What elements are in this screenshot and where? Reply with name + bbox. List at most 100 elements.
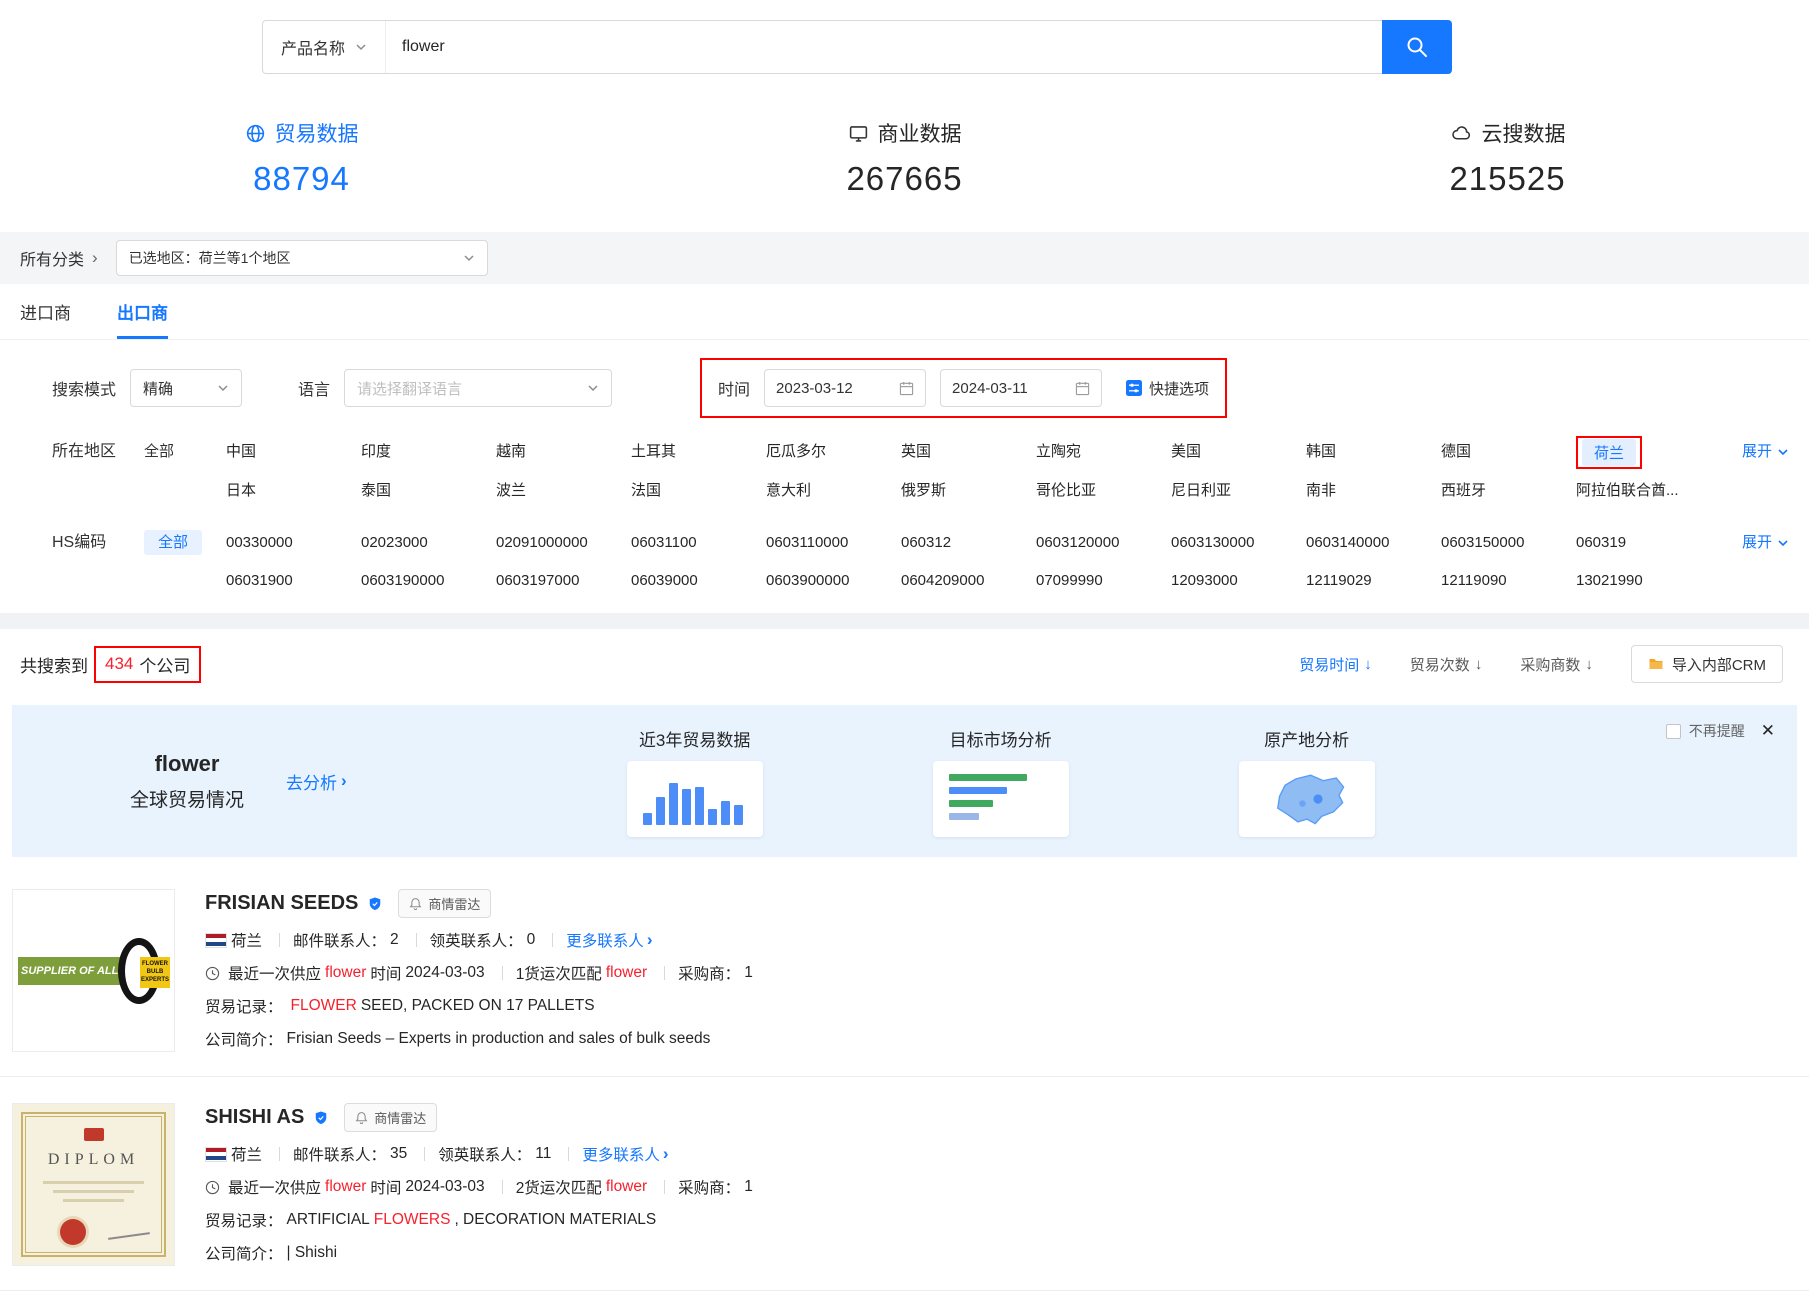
hs-code-option[interactable]: 06031100: [631, 527, 758, 559]
hs-code-option[interactable]: 0604209000: [901, 565, 1028, 597]
company-name[interactable]: SHISHI AS: [205, 1106, 304, 1129]
hs-code-option[interactable]: 0603110000: [766, 527, 893, 559]
region-option[interactable]: 俄罗斯: [901, 475, 1028, 507]
region-option[interactable]: 意大利: [766, 475, 893, 507]
hs-code-option[interactable]: 0603140000: [1306, 527, 1433, 559]
market-analysis-thumbnail[interactable]: [933, 761, 1069, 837]
date-end-value: 2024-03-11: [952, 380, 1028, 397]
quick-options-button[interactable]: 快捷选项: [1126, 378, 1209, 399]
language-select[interactable]: 请选择翻译语言: [344, 369, 612, 407]
region-option[interactable]: 阿拉伯联合酋...: [1576, 475, 1703, 507]
hs-code-option[interactable]: 12119090: [1441, 565, 1568, 597]
company-name[interactable]: FRISIAN SEEDS: [205, 892, 358, 915]
origin-map-thumbnail[interactable]: [1239, 761, 1375, 837]
banner-card-target-market[interactable]: 目标市场分析: [933, 726, 1069, 837]
hs-code-option[interactable]: 12093000: [1171, 565, 1298, 597]
bar-chart-thumbnail[interactable]: [627, 761, 763, 837]
trade-record-label: 贸易记录：: [205, 995, 283, 1017]
buyer-count: 1: [744, 1178, 753, 1196]
import-crm-button[interactable]: 导入内部CRM: [1631, 645, 1783, 683]
company-card: SUPPLIER OF ALL SEEDS FLOWER BULB EXPERT…: [0, 863, 1809, 1077]
region-option[interactable]: 日本: [226, 475, 353, 507]
supply-date: 2024-03-03: [405, 1178, 484, 1196]
hs-code-option[interactable]: 060312: [901, 527, 1028, 559]
hs-code-option[interactable]: 06031900: [226, 565, 353, 597]
region-option[interactable]: 西班牙: [1441, 475, 1568, 507]
certificate-emblem: [84, 1128, 104, 1141]
hs-code-option[interactable]: 13021990: [1576, 565, 1703, 597]
region-option[interactable]: 美国: [1171, 436, 1298, 469]
tab-importer[interactable]: 进口商: [20, 284, 71, 339]
radar-badge[interactable]: 商情雷达: [344, 1103, 437, 1132]
hs-code-option[interactable]: 0603120000: [1036, 527, 1163, 559]
region-option[interactable]: 韩国: [1306, 436, 1433, 469]
region-expand-link[interactable]: 展开: [1742, 436, 1789, 468]
region-option-all[interactable]: 全部: [144, 443, 174, 460]
hs-code-option[interactable]: 12119029: [1306, 565, 1433, 597]
more-contacts-link[interactable]: 更多联系人 ›: [582, 1143, 668, 1165]
region-option[interactable]: 越南: [496, 436, 623, 469]
region-option[interactable]: 英国: [901, 436, 1028, 469]
stat-cloud-data[interactable]: 云搜数据 215525: [1206, 118, 1809, 198]
date-start-input[interactable]: 2023-03-12: [764, 369, 926, 407]
hs-code-option[interactable]: 06039000: [631, 565, 758, 597]
date-end-input[interactable]: 2024-03-11: [940, 369, 1102, 407]
search-category-dropdown[interactable]: 产品名称: [263, 21, 386, 73]
region-option-selected[interactable]: 荷兰: [1582, 439, 1636, 466]
region-option[interactable]: 立陶宛: [1036, 436, 1163, 469]
selected-region-dropdown[interactable]: 已选地区：荷兰等1个地区: [116, 240, 488, 276]
hs-code-option[interactable]: 0603190000: [361, 565, 488, 597]
search-button[interactable]: [1382, 20, 1452, 74]
region-option[interactable]: 印度: [361, 436, 488, 469]
hs-code-option[interactable]: 02023000: [361, 527, 488, 559]
hs-code-option[interactable]: 060319: [1576, 527, 1703, 559]
radar-badge[interactable]: 商情雷达: [398, 889, 491, 918]
filter-breadcrumb-bar: 所有分类 › 已选地区：荷兰等1个地区: [0, 232, 1809, 284]
search-input[interactable]: [386, 21, 1382, 73]
region-option[interactable]: 尼日利亚: [1171, 475, 1298, 507]
hs-code-option[interactable]: 0603900000: [766, 565, 893, 597]
sort-buyer-count[interactable]: 采购商数 ↓: [1520, 654, 1593, 675]
region-option[interactable]: 德国: [1441, 436, 1568, 469]
sort-trade-time[interactable]: 贸易时间 ↓: [1299, 654, 1372, 675]
hs-code-option[interactable]: 0603130000: [1171, 527, 1298, 559]
stat-trade-data[interactable]: 贸易数据 88794: [0, 118, 603, 198]
stat-business-data[interactable]: 商业数据 267665: [603, 118, 1206, 198]
hs-code-option[interactable]: 0603197000: [496, 565, 623, 597]
region-option[interactable]: 泰国: [361, 475, 488, 507]
region-option[interactable]: 法国: [631, 475, 758, 507]
search-mode-select[interactable]: 精确: [130, 369, 242, 407]
hs-code-expand-link[interactable]: 展开: [1742, 527, 1789, 559]
hs-code-option-all[interactable]: 全部: [144, 530, 202, 555]
hs-code-option[interactable]: 07099990: [1036, 565, 1163, 597]
go-analyze-link[interactable]: 去分析 ›: [286, 769, 347, 794]
tab-exporter[interactable]: 出口商: [117, 284, 168, 339]
company-logo[interactable]: DIPLOM: [12, 1103, 175, 1266]
region-option[interactable]: 中国: [226, 436, 353, 469]
dismiss-checkbox[interactable]: [1666, 724, 1681, 739]
supply-keyword: flower: [325, 1178, 366, 1196]
region-option[interactable]: 土耳其: [631, 436, 758, 469]
banner-card-origin[interactable]: 原产地分析: [1239, 726, 1375, 837]
sort-trade-count[interactable]: 贸易次数 ↓: [1410, 654, 1483, 675]
hs-code-option[interactable]: 00330000: [226, 527, 353, 559]
shield-icon: [368, 896, 382, 912]
last-supply-label: 最近一次供应: [228, 962, 321, 984]
supply-keyword: flower: [325, 964, 366, 982]
breadcrumb[interactable]: 所有分类 ›: [20, 246, 98, 270]
hs-code-option[interactable]: 02091000000: [496, 527, 623, 559]
shipment-match-text: 1货运次匹配: [516, 962, 602, 984]
region-option[interactable]: 厄瓜多尔: [766, 436, 893, 469]
chevron-down-icon: [355, 41, 367, 53]
more-contacts-link[interactable]: 更多联系人 ›: [566, 929, 652, 951]
hs-code-option[interactable]: 0603150000: [1441, 527, 1568, 559]
close-icon[interactable]: ✕: [1761, 721, 1775, 741]
region-option[interactable]: 波兰: [496, 475, 623, 507]
region-filter-label: 所在地区: [52, 436, 144, 468]
banner-card-trade-data[interactable]: 近3年贸易数据: [627, 726, 763, 837]
analysis-banner: flower 全球贸易情况 去分析 › 近3年贸易数据 目标市场分析 原产地分析…: [12, 705, 1797, 857]
region-option[interactable]: 南非: [1306, 475, 1433, 507]
company-logo[interactable]: SUPPLIER OF ALL SEEDS FLOWER BULB EXPERT…: [12, 889, 175, 1052]
divider: [424, 1147, 425, 1161]
region-option[interactable]: 哥伦比亚: [1036, 475, 1163, 507]
